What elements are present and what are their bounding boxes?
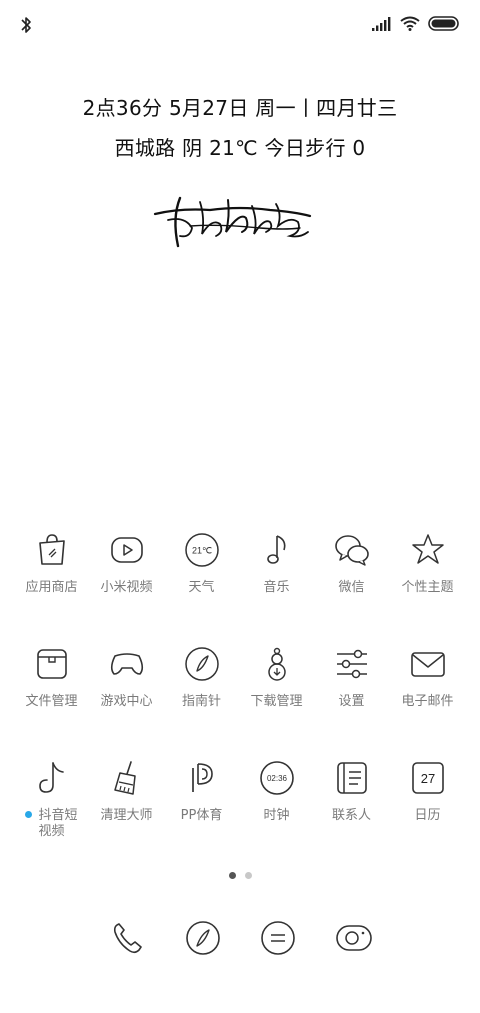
app-contacts[interactable]: 联系人 (314, 758, 389, 824)
datetime-line: 2点36分 5月27日 周一丨四月廿三 (82, 96, 398, 120)
weather-icon: 21℃ (184, 533, 219, 567)
new-update-dot (25, 811, 33, 818)
app-label: 文件管理 (25, 694, 78, 709)
app-mivideo[interactable]: 小米视频 (89, 530, 164, 596)
app-label: 应用商店 (25, 580, 78, 595)
pp-sports-icon (191, 763, 213, 792)
music-note-icon (266, 535, 285, 564)
app-themes[interactable]: 个性主题 (390, 530, 465, 596)
app-label: 天气 (188, 580, 215, 595)
app-email[interactable]: 电子邮件 (390, 644, 465, 710)
app-label: 指南针 (181, 694, 221, 709)
browser-compass-icon[interactable] (183, 918, 223, 958)
video-play-icon (110, 537, 143, 563)
page-dot-active[interactable] (228, 872, 236, 879)
dock (0, 918, 480, 962)
message-icon[interactable] (258, 918, 298, 958)
envelope-icon (410, 652, 445, 677)
app-label: 音乐 (263, 580, 290, 595)
app-row: 文件管理 游戏中心 指南针 下载管理 设置 电子邮件 (0, 644, 480, 754)
app-clock[interactable]: 02:36 时钟 (239, 758, 314, 824)
app-label: 联系人 (331, 808, 371, 823)
broom-icon (113, 761, 136, 795)
app-appstore[interactable]: 应用商店 (14, 530, 89, 596)
app-label: 抖音短 (38, 808, 78, 823)
folder-box-icon (36, 649, 67, 679)
weather-icon-text: 21℃ (191, 546, 211, 556)
signature-image (153, 196, 312, 248)
app-label-line2: 视频 (38, 824, 65, 839)
app-label: 时钟 (263, 808, 290, 823)
app-downloads[interactable]: 下载管理 (239, 644, 314, 710)
app-label: 电子邮件 (401, 694, 454, 709)
page-dot[interactable] (244, 872, 252, 879)
app-label: PP体育 (180, 808, 223, 823)
star-icon (411, 534, 444, 564)
clock-icon-text: 02:36 (266, 774, 287, 783)
app-wechat[interactable]: 微信 (314, 530, 389, 596)
contacts-book-icon (336, 762, 367, 794)
app-compass[interactable]: 指南针 (164, 644, 239, 710)
sliders-icon (336, 649, 367, 679)
app-music[interactable]: 音乐 (239, 530, 314, 596)
app-douyin[interactable]: 抖音短 视频 (14, 758, 89, 840)
app-row: 应用商店 小米视频 21℃ 天气 音乐 微信 个性主题 (0, 530, 480, 640)
app-weather[interactable]: 21℃ 天气 (164, 530, 239, 596)
app-label: 游戏中心 (100, 694, 153, 709)
battery-icon (428, 16, 459, 31)
weather-steps-line: 西城路 阴 21℃ 今日步行 0 (114, 136, 366, 160)
app-label: 个性主题 (401, 580, 454, 595)
app-label: 设置 (338, 694, 365, 709)
app-settings[interactable]: 设置 (314, 644, 389, 710)
camera-icon[interactable] (334, 918, 374, 958)
app-label-line: 抖音短 (14, 808, 89, 824)
bluetooth-icon (21, 17, 31, 33)
wifi-icon (400, 16, 420, 31)
signal-icon (372, 16, 391, 31)
app-label: 下载管理 (250, 694, 303, 709)
app-ppsports[interactable]: PP体育 (164, 758, 239, 824)
compass-icon (184, 647, 219, 681)
app-cleaner[interactable]: 清理大师 (89, 758, 164, 824)
shopping-bag-icon (38, 534, 65, 565)
calendar-icon-text: 27 (420, 771, 434, 786)
app-row: 抖音短 视频 清理大师 PP体育 02:36 时钟 联系人 27 日历 (0, 758, 480, 868)
app-label: 小米视频 (100, 580, 153, 595)
clock-icon: 02:36 (259, 761, 294, 795)
download-gourd-icon (267, 647, 286, 681)
app-calendar[interactable]: 27 日历 (390, 758, 465, 824)
app-label: 清理大师 (100, 808, 153, 823)
status-bar (0, 0, 480, 50)
phone-icon[interactable] (108, 918, 148, 958)
chat-bubbles-icon (334, 535, 369, 566)
app-gamecenter[interactable]: 游戏中心 (89, 644, 164, 710)
calendar-icon: 27 (411, 762, 444, 794)
app-label: 微信 (338, 580, 365, 595)
app-files[interactable]: 文件管理 (14, 644, 89, 710)
app-label: 日历 (414, 808, 441, 823)
tiktok-icon (38, 762, 64, 793)
gamepad-icon (110, 653, 143, 675)
page-indicator (0, 872, 480, 879)
